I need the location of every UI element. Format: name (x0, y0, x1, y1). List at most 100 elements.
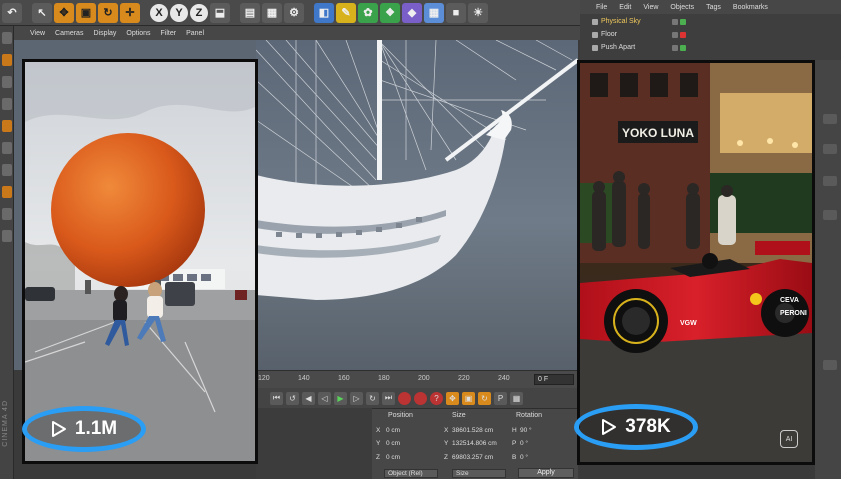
enabled-check-icon[interactable] (680, 19, 686, 25)
previous-frame-icon[interactable]: ◀ (302, 391, 315, 405)
coordinate-system-icon[interactable]: ⬓ (210, 2, 230, 23)
transform-tool-icon[interactable]: ✛ (120, 2, 140, 23)
om-menu-file[interactable]: File (596, 4, 607, 11)
viewport-menu-view[interactable]: View (30, 30, 45, 37)
object-item-floor[interactable]: Floor (592, 31, 686, 38)
attribute-field[interactable] (823, 114, 837, 124)
render-settings-icon[interactable]: ⚙ (284, 2, 304, 23)
om-menu-objects[interactable]: Objects (670, 4, 694, 11)
lock-workplane-icon[interactable] (1, 230, 12, 242)
attribute-field[interactable] (823, 360, 837, 370)
go-to-start-icon[interactable]: ⏮ (270, 391, 283, 405)
x-axis-toggle[interactable]: X (150, 3, 168, 22)
size-y-field[interactable]: 132514.806 cm (452, 440, 497, 447)
object-item-push-apart[interactable]: Push Apart (592, 44, 686, 51)
previous-key-icon[interactable]: ↺ (286, 391, 299, 405)
sponsor-ceva: CEVA (780, 297, 799, 304)
cube-icon[interactable]: ◧ (314, 2, 334, 23)
pos-z-field[interactable]: 0 cm (386, 454, 400, 461)
viewport-menu-display[interactable]: Display (93, 30, 116, 37)
viewport-menu-cameras[interactable]: Cameras (55, 30, 83, 37)
sponsor-peroni: PERONI (780, 310, 807, 317)
enabled-check-icon[interactable] (680, 45, 686, 51)
play-forward-icon[interactable]: ▶ (334, 391, 347, 405)
size-mode-select[interactable]: Size (452, 469, 506, 478)
undo-icon[interactable]: ↶ (2, 2, 22, 23)
size-z-field[interactable]: 69803.257 cm (452, 454, 493, 461)
y-axis-toggle[interactable]: Y (170, 3, 188, 22)
next-frame-icon[interactable]: ▷ (350, 391, 363, 405)
rot-h-field[interactable]: 90 ° (520, 427, 532, 434)
visibility-flag-icon[interactable] (672, 19, 678, 25)
light-icon[interactable]: ☀ (468, 2, 488, 23)
rot-b-field[interactable]: 0 ° (520, 454, 528, 461)
subdivision-icon[interactable]: ✿ (358, 2, 378, 23)
view-count-pill-right[interactable]: 378K (574, 404, 698, 450)
autokey-icon[interactable] (414, 391, 427, 405)
viewport-menu-options[interactable]: Options (126, 30, 150, 37)
disabled-cross-icon[interactable] (680, 32, 686, 38)
render-view-icon[interactable]: ▤ (240, 2, 260, 23)
edges-mode-icon[interactable] (1, 142, 12, 154)
pos-axis-label: X (376, 427, 381, 434)
points-mode-icon[interactable] (1, 120, 12, 132)
rot-p-field[interactable]: 0 ° (520, 440, 528, 447)
deformer-icon[interactable]: ◆ (402, 2, 422, 23)
timeline-tick: 180 (378, 375, 390, 382)
current-frame-field[interactable]: 0 F (534, 374, 574, 385)
pos-x-field[interactable]: 0 cm (386, 427, 400, 434)
play-backward-icon[interactable]: ◁ (318, 391, 331, 405)
coord-row-x: X 0 cm X 38601.528 cm H 90 ° (372, 427, 578, 437)
viewport-menu-panel[interactable]: Panel (186, 30, 204, 37)
attribute-field[interactable] (823, 176, 837, 186)
texture-mode-icon[interactable] (1, 76, 12, 88)
render-picture-viewer-icon[interactable]: ▦ (262, 2, 282, 23)
scale-key-icon[interactable]: ▣ (462, 391, 475, 405)
attribute-field[interactable] (823, 144, 837, 154)
camera-icon[interactable]: ■ (446, 2, 466, 23)
rotation-key-icon[interactable]: ↻ (478, 391, 491, 405)
scale-tool-icon[interactable]: ▣ (76, 2, 96, 23)
live-selection-icon[interactable]: ↖ (32, 2, 52, 23)
point-level-icon[interactable]: ▦ (510, 391, 523, 405)
axis-mode-icon[interactable] (1, 186, 12, 198)
attribute-field[interactable] (823, 210, 837, 220)
viewport-menu-filter[interactable]: Filter (161, 30, 177, 37)
polygons-mode-icon[interactable] (1, 164, 12, 176)
workplane-icon[interactable] (1, 98, 12, 110)
om-menu-bookmarks[interactable]: Bookmarks (733, 4, 768, 11)
z-axis-toggle[interactable]: Z (190, 3, 208, 22)
view-count-pill-left[interactable]: 1.1M (22, 406, 146, 452)
object-manager-list: Physical Sky Floor Push Apart (580, 14, 841, 60)
om-menu-view[interactable]: View (643, 4, 658, 11)
move-tool-icon[interactable]: ✥ (54, 2, 74, 23)
pos-y-field[interactable]: 0 cm (386, 440, 400, 447)
next-key-icon[interactable]: ↻ (366, 391, 379, 405)
keyframe-selection-icon[interactable]: ? (430, 391, 443, 405)
om-menu-edit[interactable]: Edit (619, 4, 631, 11)
coordinate-mode-select[interactable]: Object (Rel) (384, 469, 438, 478)
model-mode-icon[interactable] (1, 54, 12, 66)
effector-object-icon (592, 44, 598, 51)
visibility-flag-icon[interactable] (672, 32, 678, 38)
visibility-flag-icon[interactable] (672, 45, 678, 51)
play-icon (602, 419, 617, 435)
cloner-icon[interactable]: ❖ (380, 2, 400, 23)
3d-viewport[interactable] (256, 40, 578, 370)
go-to-end-icon[interactable]: ⏭ (382, 391, 395, 405)
object-item-physical-sky[interactable]: Physical Sky (592, 18, 686, 25)
rotate-tool-icon[interactable]: ↻ (98, 2, 118, 23)
snap-icon[interactable] (1, 208, 12, 220)
pen-spline-icon[interactable]: ✎ (336, 2, 356, 23)
video-card-right[interactable]: YOKO LUNA CEVA PERONI VGW AI (577, 60, 815, 465)
floor-icon[interactable]: ▦ (424, 2, 444, 23)
parameter-key-icon[interactable]: P (494, 391, 507, 405)
record-active-icon[interactable] (398, 391, 411, 405)
timeline[interactable]: 120 140 160 180 200 220 240 0 F (256, 370, 578, 388)
om-menu-tags[interactable]: Tags (706, 4, 721, 11)
make-editable-icon[interactable] (1, 32, 12, 44)
apply-button[interactable]: Apply (518, 468, 574, 478)
video-card-left[interactable] (22, 59, 258, 464)
size-x-field[interactable]: 38601.528 cm (452, 427, 493, 434)
position-key-icon[interactable]: ✥ (446, 391, 459, 405)
